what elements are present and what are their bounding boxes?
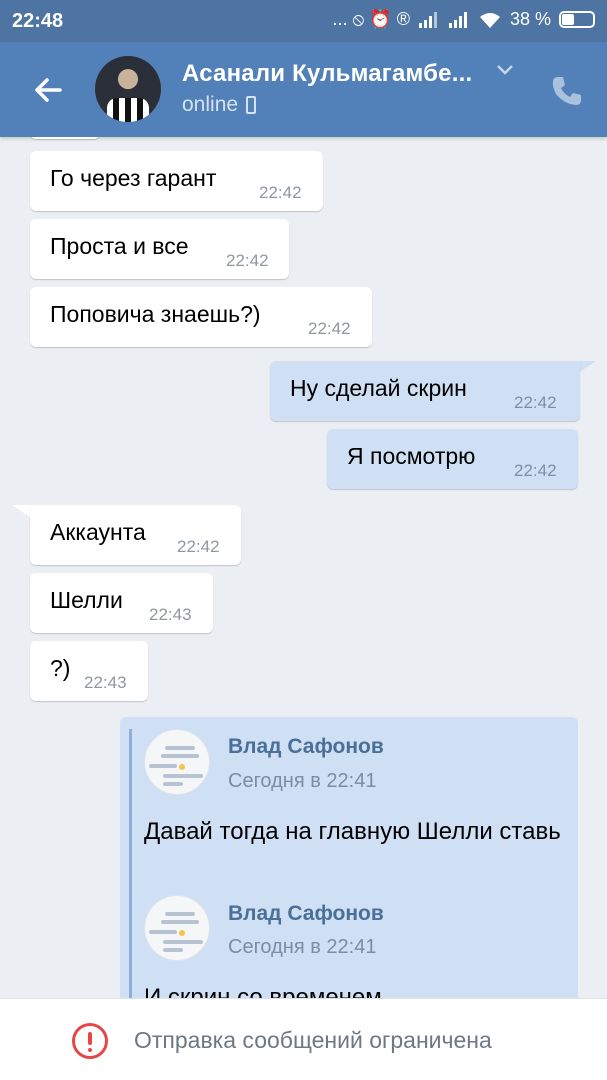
status-icons-text: ... ⦸ ⏰ ® [332, 9, 410, 29]
forwarded-author-name[interactable]: Влад Сафонов [228, 735, 384, 759]
message-bubble-partial[interactable] [30, 137, 100, 139]
message-text: Ну сделай скрин [290, 375, 467, 401]
contact-name[interactable]: Асанали Кульмагамбе... [182, 60, 472, 88]
message-time: 22:43 [149, 605, 192, 624]
battery-icon [559, 11, 595, 28]
bubble-tail [12, 505, 30, 517]
message-bubble[interactable]: Аккаунта 22:42 [30, 505, 241, 565]
status-time: 22:48 [12, 10, 64, 32]
forwarded-author-name[interactable]: Влад Сафонов [228, 902, 384, 926]
forwarded-author-avatar[interactable] [144, 895, 210, 961]
message-time: 22:43 [84, 673, 127, 692]
contact-status: online [182, 93, 257, 117]
message-bubble[interactable]: Я посмотрю 22:42 [327, 429, 578, 489]
signal-icon-2 [448, 11, 467, 28]
forwarded-text: Давай тогда на главную Шелли ставь [144, 818, 561, 845]
message-bubble[interactable]: Го через гарант 22:42 [30, 151, 323, 211]
forwarded-date: Сегодня в 22:41 [228, 770, 377, 792]
messaging-restricted-bar: Отправка сообщений ограничена [0, 998, 607, 1080]
restriction-text: Отправка сообщений ограничена [134, 1027, 492, 1053]
contact-avatar[interactable] [95, 56, 161, 122]
message-bubble[interactable]: Ну сделай скрин 22:42 [270, 361, 580, 421]
message-bubble[interactable]: Проста и все 22:42 [30, 219, 289, 279]
message-time: 22:42 [514, 393, 557, 412]
warning-icon [72, 1023, 108, 1059]
bubble-tail [578, 361, 596, 373]
online-status: online [182, 93, 239, 116]
forwarded-date: Сегодня в 22:41 [228, 936, 377, 958]
message-text: ?) [50, 655, 71, 681]
phone-call-icon[interactable] [550, 74, 584, 108]
mobile-icon [246, 96, 257, 114]
message-text: Аккаунта [50, 519, 146, 545]
message-text: Го через гарант [50, 165, 217, 191]
wifi-icon [479, 12, 500, 28]
message-text: Поповича знаешь?) [50, 301, 261, 327]
message-time: 22:42 [308, 319, 351, 338]
message-bubble[interactable]: Шелли 22:43 [30, 573, 213, 633]
chevron-down-icon[interactable] [496, 64, 514, 76]
message-text: Шелли [50, 587, 123, 613]
message-text: Я посмотрю [347, 443, 476, 469]
chat-header: Асанали Кульмагамбе... online [0, 42, 607, 137]
forwarded-author-avatar[interactable] [144, 729, 210, 795]
message-time: 22:42 [259, 183, 302, 202]
battery-percent: 38 % [509, 9, 551, 29]
forwarded-messages-bubble[interactable]: Влад Сафонов Сегодня в 22:41 Давай тогда… [120, 717, 578, 999]
message-time: 22:42 [226, 251, 269, 270]
signal-icon [418, 11, 437, 28]
message-bubble[interactable]: Поповича знаешь?) 22:42 [30, 287, 372, 347]
message-text: Проста и все [50, 233, 189, 259]
message-list[interactable]: Го через гарант 22:42 Проста и все 22:42… [0, 137, 607, 999]
back-arrow-icon[interactable] [28, 70, 68, 110]
status-icons: ... ⦸ ⏰ ® 38 % [333, 9, 595, 30]
status-bar: 22:48 ... ⦸ ⏰ ® 38 % [0, 0, 607, 42]
message-bubble[interactable]: ?) 22:43 [30, 641, 148, 701]
forwarded-text: И скрин со временем [144, 984, 382, 999]
forward-indicator-bar [129, 729, 132, 999]
message-time: 22:42 [514, 461, 557, 480]
message-time: 22:42 [177, 537, 220, 556]
